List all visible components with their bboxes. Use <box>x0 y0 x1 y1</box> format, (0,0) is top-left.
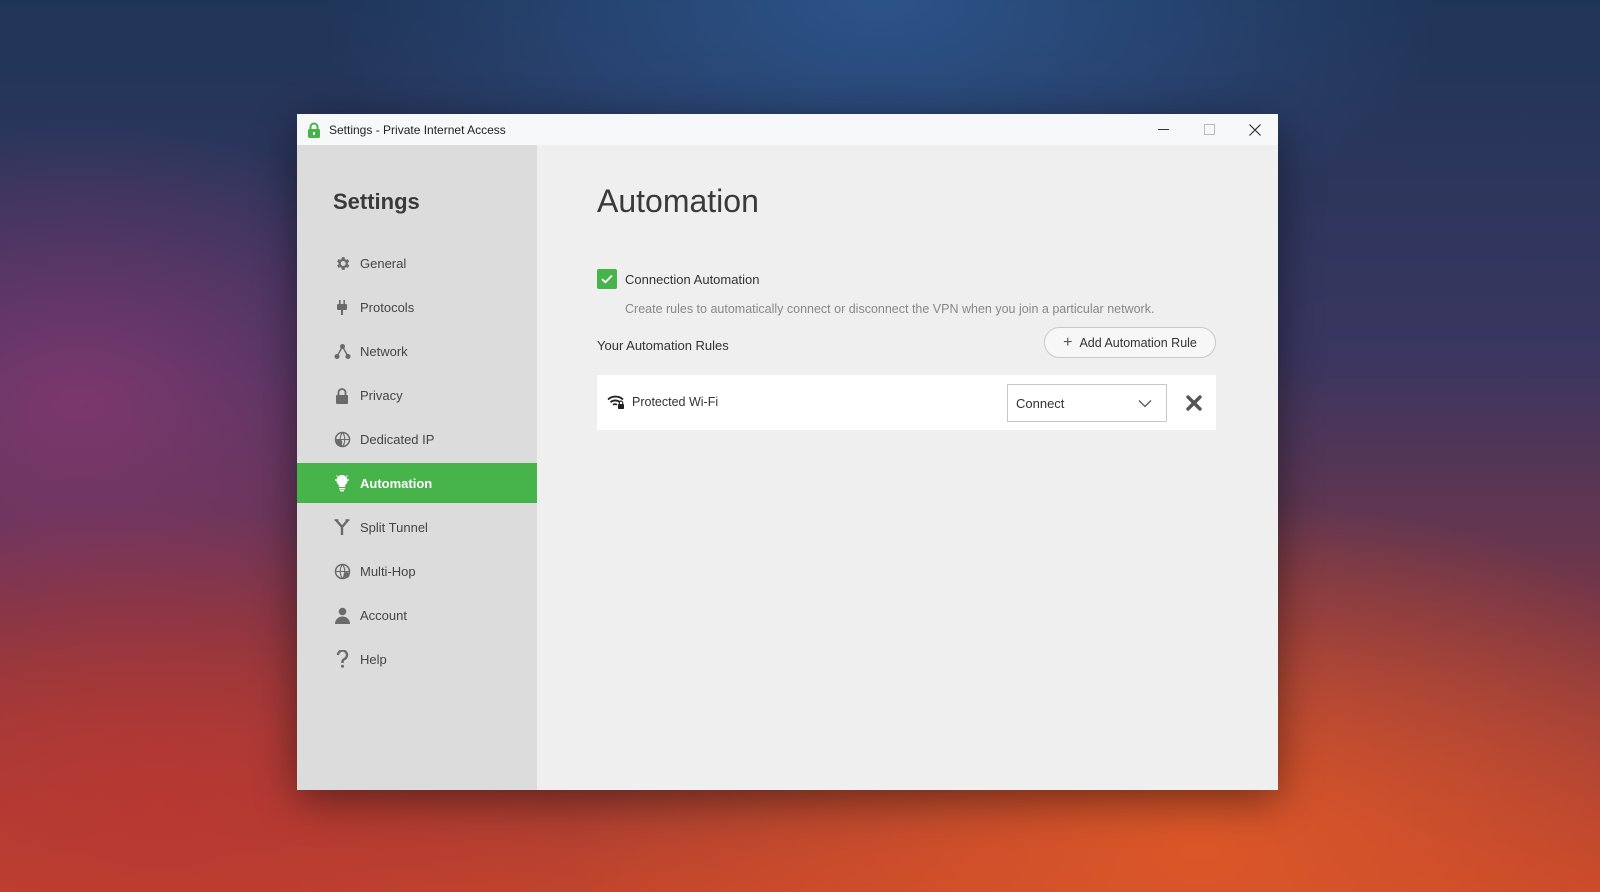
plus-icon: + <box>1063 333 1073 351</box>
sidebar-item-network[interactable]: Network <box>297 331 537 371</box>
sidebar-item-account[interactable]: Account <box>297 595 537 635</box>
lightbulb-icon <box>333 474 351 492</box>
sidebar-item-label: Account <box>360 607 407 623</box>
network-icon <box>333 342 351 360</box>
title-bar: Settings - Private Internet Access <box>297 114 1278 146</box>
sidebar-item-general[interactable]: General <box>297 243 537 283</box>
sidebar-item-privacy[interactable]: Privacy <box>297 375 537 415</box>
sidebar-item-automation[interactable]: Automation <box>297 463 537 503</box>
rule-action-select[interactable]: Connect <box>1007 384 1167 422</box>
minimize-button[interactable] <box>1140 114 1186 145</box>
sidebar-item-split-tunnel[interactable]: Split Tunnel <box>297 507 537 547</box>
settings-window: Settings - Private Internet Access Setti… <box>297 114 1278 790</box>
sidebar-item-label: Help <box>360 651 387 667</box>
wifi-lock-icon <box>607 395 625 409</box>
question-icon <box>333 650 351 668</box>
plug-icon <box>333 298 351 316</box>
delete-rule-button[interactable] <box>1185 394 1203 412</box>
sidebar-item-dedicated-ip[interactable]: Dedicated IP <box>297 419 537 459</box>
connection-automation-row: Connection Automation <box>597 269 759 289</box>
main-content: Automation Connection Automation Create … <box>537 145 1278 790</box>
connection-automation-checkbox[interactable] <box>597 269 617 289</box>
automation-rule-row: Protected Wi-Fi Connect <box>597 375 1216 430</box>
close-button[interactable] <box>1232 114 1278 145</box>
rule-network-name: Protected Wi-Fi <box>632 395 719 409</box>
window-controls <box>1140 114 1278 145</box>
sidebar-item-label: Privacy <box>360 387 403 403</box>
minimize-icon <box>1157 129 1169 130</box>
close-icon <box>1249 123 1261 136</box>
automation-rules-heading: Your Automation Rules <box>597 338 729 353</box>
globe-icon <box>333 562 351 580</box>
add-automation-rule-label: Add Automation Rule <box>1079 335 1197 350</box>
sidebar-item-multi-hop[interactable]: Multi-Hop <box>297 551 537 591</box>
sidebar-nav: General Protocols Network Privacy Dedica… <box>297 243 537 683</box>
page-title: Automation <box>597 183 759 219</box>
user-icon <box>333 606 351 624</box>
sidebar-item-protocols[interactable]: Protocols <box>297 287 537 327</box>
close-icon <box>1186 395 1202 411</box>
lock-icon <box>333 386 351 404</box>
sidebar-title: Settings <box>333 189 420 214</box>
sidebar-item-label: Network <box>360 343 408 359</box>
checkmark-icon <box>601 274 613 284</box>
sidebar-item-label: General <box>360 255 407 271</box>
sidebar-item-label: Split Tunnel <box>360 519 428 535</box>
sidebar-item-help[interactable]: Help <box>297 639 537 679</box>
maximize-icon <box>1203 124 1215 135</box>
sidebar-item-label: Protocols <box>360 299 415 315</box>
add-automation-rule-button[interactable]: + Add Automation Rule <box>1044 327 1216 358</box>
gear-icon <box>333 254 351 272</box>
window-title: Settings - Private Internet Access <box>329 122 506 137</box>
app-lock-icon <box>307 122 321 138</box>
split-icon <box>333 518 351 536</box>
sidebar: Settings General Protocols Network Priva… <box>297 145 537 790</box>
dedicated-ip-icon <box>333 430 351 448</box>
connection-automation-description: Create rules to automatically connect or… <box>625 302 1155 316</box>
sidebar-item-label: Dedicated IP <box>360 431 435 447</box>
sidebar-item-label: Multi-Hop <box>360 563 416 579</box>
connection-automation-label[interactable]: Connection Automation <box>625 272 759 287</box>
maximize-button[interactable] <box>1186 114 1232 145</box>
rule-action-value: Connect <box>1016 395 1065 411</box>
chevron-down-icon <box>1138 399 1152 407</box>
sidebar-item-label: Automation <box>360 475 433 491</box>
